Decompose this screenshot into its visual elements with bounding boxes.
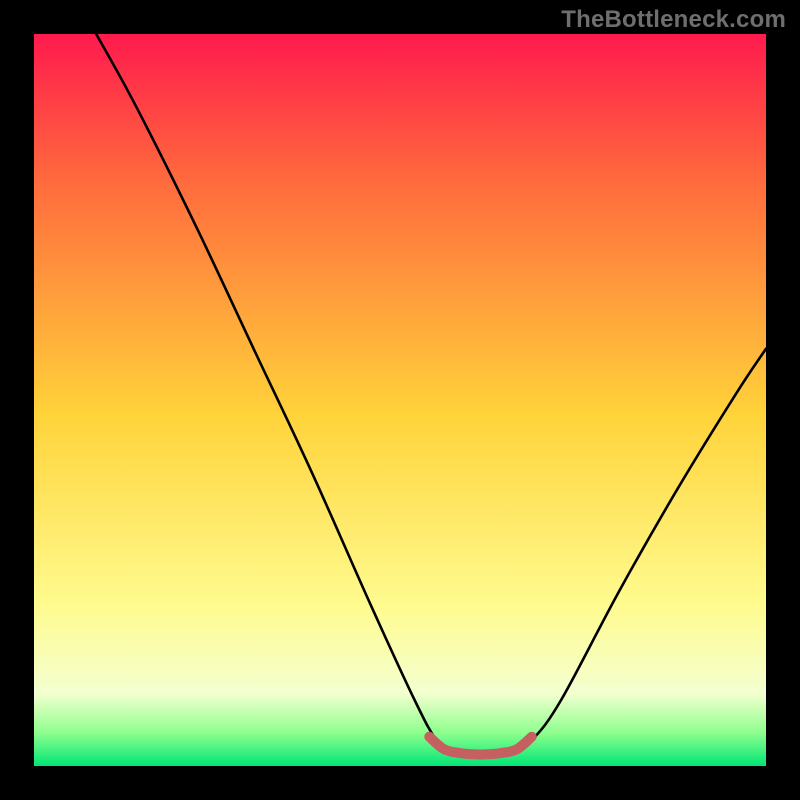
chart-frame: TheBottleneck.com [0, 0, 800, 800]
curve-layer [34, 34, 766, 766]
bottleneck-curve [96, 34, 766, 753]
watermark-text: TheBottleneck.com [561, 6, 786, 34]
plot-area [34, 34, 766, 766]
optimal-band-marker [429, 737, 531, 755]
